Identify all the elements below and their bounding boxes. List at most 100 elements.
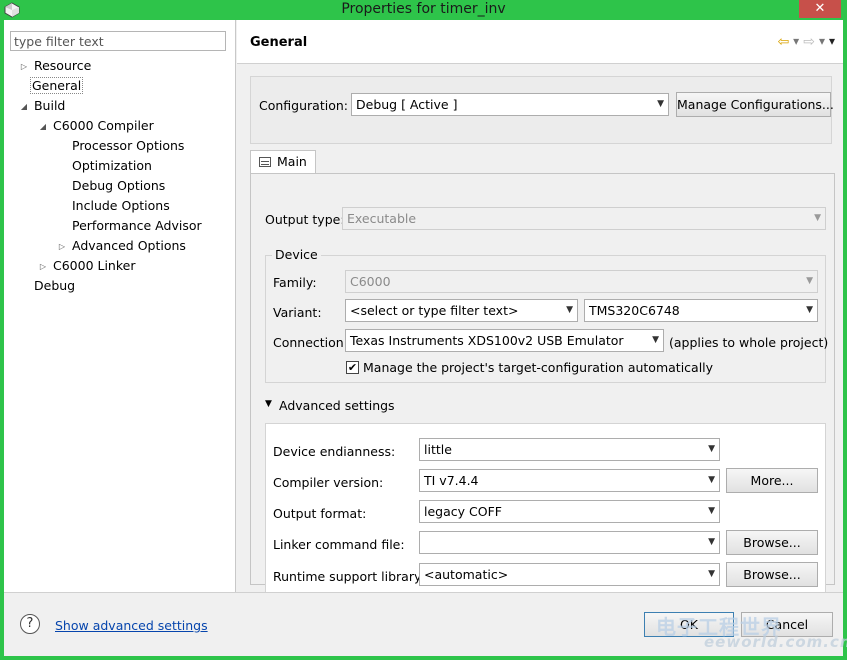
tree-item-optimization[interactable]: Optimization <box>72 157 152 175</box>
more-button[interactable]: More... <box>726 468 818 493</box>
tree-item-label: Debug Options <box>72 178 166 193</box>
compiler-version-select[interactable]: TI v7.4.4 ▼ <box>419 469 720 492</box>
configuration-select[interactable]: Debug [ Active ] ▼ <box>351 93 669 116</box>
output-format-label: Output format: <box>273 506 367 521</box>
chevron-down-icon: ▼ <box>806 305 813 315</box>
tree-item-debug-options[interactable]: Debug Options <box>72 177 165 195</box>
window-close-button[interactable]: ✕ <box>799 0 841 18</box>
chevron-down-icon: ▼ <box>708 506 715 516</box>
advanced-settings-title[interactable]: Advanced settings <box>279 398 395 413</box>
output-type-value: Executable <box>347 211 417 226</box>
output-format-value: legacy COFF <box>424 504 502 519</box>
category-tree-pane: ▷ Resource General ◢ Build ◢ C6000 Compi… <box>4 20 236 592</box>
tree-item-label: Performance Advisor <box>72 218 202 233</box>
output-format-select[interactable]: legacy COFF ▼ <box>419 500 720 523</box>
properties-page: General ⇦ ▾ ⇨ ▾ ▾ Configuration: Debug [… <box>237 20 843 595</box>
advanced-settings-panel: Device endianness: little ▼ Compiler ver… <box>265 423 826 595</box>
tab-page-icon <box>259 157 271 167</box>
tree-item-label: Resource <box>33 58 92 73</box>
connection-label: Connection: <box>273 335 348 350</box>
tree-item-c6000-compiler[interactable]: ◢ C6000 Compiler <box>37 117 154 135</box>
forward-arrow-icon[interactable]: ⇨ <box>803 34 815 50</box>
back-arrow-icon[interactable]: ⇦ <box>777 34 789 50</box>
endianness-select[interactable]: little ▼ <box>419 438 720 461</box>
tree-item-label: Include Options <box>72 198 170 213</box>
tree-item-label: Optimization <box>72 158 152 173</box>
linker-command-file-select[interactable]: ▼ <box>419 531 720 554</box>
compiler-version-value: TI v7.4.4 <box>424 473 479 488</box>
tree-item-advanced-options[interactable]: ▷ Advanced Options <box>56 237 186 255</box>
back-menu-chevron-icon[interactable]: ▾ <box>793 34 799 50</box>
help-icon[interactable]: ? <box>20 614 40 634</box>
watermark-text-bottom: eeworld.com.cn <box>704 633 847 651</box>
tree-item-performance-advisor[interactable]: Performance Advisor <box>72 217 202 235</box>
window-title: Properties for timer_inv <box>341 1 506 17</box>
endianness-label: Device endianness: <box>273 444 396 459</box>
chevron-down-icon: ▼ <box>814 213 821 223</box>
device-group: Device Family: C6000 ▼ Variant: <select … <box>265 247 829 383</box>
eeworld-watermark: 电子工程世界 eeworld.com.cn <box>656 611 847 651</box>
tab-main-label: Main <box>277 154 307 169</box>
chevron-down-icon: ▼ <box>566 305 573 315</box>
chevron-down-icon: ▼ <box>708 475 715 485</box>
manage-configurations-button[interactable]: Manage Configurations... <box>676 92 834 117</box>
connection-select[interactable]: Texas Instruments XDS100v2 USB Emulator … <box>345 329 664 352</box>
tree-item-label: General <box>30 77 84 94</box>
output-type-label: Output type: <box>265 212 345 227</box>
compiler-version-label: Compiler version: <box>273 475 384 490</box>
chevron-down-icon: ▼ <box>652 335 659 345</box>
configuration-section: Configuration: Debug [ Active ] ▼ Manage… <box>250 76 834 144</box>
runtime-support-library-select[interactable]: <automatic> ▼ <box>419 563 720 586</box>
variant-value: TMS320C6748 <box>589 303 680 318</box>
tree-item-include-options[interactable]: Include Options <box>72 197 170 215</box>
expand-twisty-icon[interactable]: ▷ <box>18 58 30 76</box>
forward-menu-chevron-icon[interactable]: ▾ <box>819 34 825 50</box>
tree-filter-input[interactable] <box>10 31 226 51</box>
endianness-value: little <box>424 442 452 457</box>
view-menu-chevron-icon[interactable]: ▾ <box>829 34 835 50</box>
main-tab-body: Output type: Executable ▼ Device Family:… <box>250 173 835 595</box>
tree-item-label: Debug <box>34 278 76 293</box>
tree-item-resource[interactable]: ▷ Resource <box>18 57 91 75</box>
configuration-label: Configuration: <box>259 98 348 113</box>
tree-item-general[interactable]: General <box>30 77 84 95</box>
show-advanced-settings-link[interactable]: Show advanced settings <box>55 618 208 633</box>
manage-target-config-label: Manage the project's target-configuratio… <box>363 360 714 375</box>
chevron-down-icon: ▼ <box>657 99 664 109</box>
tab-main[interactable]: Main <box>250 150 316 174</box>
collapse-twisty-icon[interactable]: ◢ <box>18 98 30 116</box>
expand-twisty-icon[interactable]: ▷ <box>56 238 68 256</box>
properties-dialog: ▷ Resource General ◢ Build ◢ C6000 Compi… <box>4 20 847 656</box>
tree-item-label: Advanced Options <box>71 238 186 253</box>
dialog-footer: ? Show advanced settings OK Cancel 电子工程世… <box>4 592 847 656</box>
linker-command-file-label: Linker command file: <box>273 537 405 552</box>
tree-item-label: Processor Options <box>72 138 185 153</box>
expand-twisty-icon[interactable]: ▷ <box>37 258 49 276</box>
page-title: General <box>250 35 308 50</box>
variant-select[interactable]: TMS320C6748 ▼ <box>584 299 818 322</box>
tree-item-label: Build <box>33 98 66 113</box>
family-value: C6000 <box>350 274 391 289</box>
tree-item-debug[interactable]: Debug <box>34 277 75 295</box>
collapse-twisty-icon[interactable]: ◢ <box>37 118 49 136</box>
connection-note: (applies to whole project) <box>669 335 829 350</box>
tree-item-build[interactable]: ◢ Build <box>18 97 65 115</box>
tree-item-c6000-linker[interactable]: ▷ C6000 Linker <box>37 257 136 276</box>
window-titlebar: Properties for timer_inv ✕ <box>0 0 847 20</box>
chevron-down-icon: ▼ <box>806 276 813 286</box>
browse-linker-file-button[interactable]: Browse... <box>726 530 818 555</box>
chevron-down-icon: ▼ <box>708 444 715 454</box>
chevron-down-icon: ▼ <box>708 569 715 579</box>
tree-item-processor-options[interactable]: Processor Options <box>72 137 184 155</box>
variant-filter-select[interactable]: <select or type filter text> ▼ <box>345 299 578 322</box>
output-type-select[interactable]: Executable ▼ <box>342 207 826 230</box>
browse-runtime-library-button[interactable]: Browse... <box>726 562 818 587</box>
runtime-support-library-label: Runtime support library: <box>273 569 425 584</box>
configuration-value: Debug [ Active ] <box>356 97 458 112</box>
device-group-title: Device <box>272 247 321 262</box>
advanced-toggle-icon[interactable]: ▼ <box>265 399 272 409</box>
chevron-down-icon: ▼ <box>708 537 715 547</box>
variant-label: Variant: <box>273 305 322 320</box>
manage-target-config-checkbox[interactable]: ✔ <box>346 361 359 374</box>
family-select[interactable]: C6000 ▼ <box>345 270 818 293</box>
